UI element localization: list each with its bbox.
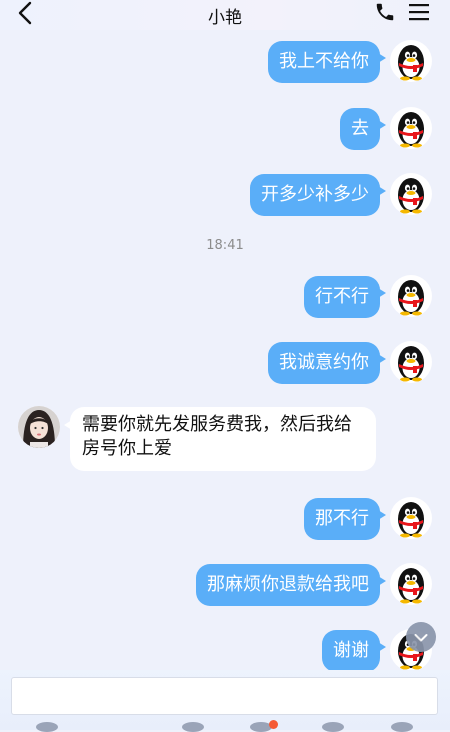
- message-bubble[interactable]: 去: [340, 108, 386, 150]
- message-list[interactable]: 我上不给你 去 开多少补多少 18:41 行不行 我诚意约你 需要你就先发服务费…: [0, 30, 450, 670]
- chevron-left-icon: [17, 1, 33, 29]
- message-bubble[interactable]: 需要你就先发服务费我，然后我给房号你上爱: [64, 407, 376, 471]
- chat-title: 小艳: [208, 7, 242, 28]
- message-bubble[interactable]: 开多少补多少: [250, 174, 386, 216]
- image-icon[interactable]: [182, 722, 204, 732]
- penguin-avatar-icon[interactable]: [390, 275, 432, 317]
- more-icon[interactable]: [391, 722, 413, 732]
- contact-avatar-icon[interactable]: [18, 406, 60, 448]
- chevron-down-icon: [414, 628, 428, 647]
- penguin-avatar-icon[interactable]: [390, 173, 432, 215]
- message-bubble[interactable]: 谢谢: [322, 630, 386, 670]
- menu-button[interactable]: [406, 1, 432, 27]
- penguin-avatar-icon[interactable]: [390, 563, 432, 605]
- composer: [0, 670, 450, 732]
- voice-icon[interactable]: [36, 722, 58, 732]
- message-bubble[interactable]: 我诚意约你: [268, 342, 386, 384]
- notification-dot: [269, 720, 278, 729]
- message-bubble[interactable]: 那麻烦你退款给我吧: [196, 564, 386, 606]
- scroll-to-bottom-button[interactable]: [406, 622, 436, 652]
- emoji-icon[interactable]: [322, 722, 344, 732]
- message-bubble[interactable]: 那不行: [304, 498, 386, 540]
- penguin-avatar-icon[interactable]: [390, 341, 432, 383]
- call-button[interactable]: [372, 1, 398, 27]
- message-input[interactable]: [11, 677, 438, 715]
- penguin-avatar-icon[interactable]: [390, 107, 432, 149]
- message-bubble[interactable]: 我上不给你: [268, 41, 386, 83]
- phone-icon: [374, 1, 396, 27]
- menu-icon: [408, 2, 430, 26]
- chat-header: 小艳: [0, 0, 450, 30]
- penguin-avatar-icon[interactable]: [390, 40, 432, 82]
- message-timestamp: 18:41: [206, 238, 244, 253]
- message-bubble[interactable]: 行不行: [304, 276, 386, 318]
- penguin-avatar-icon[interactable]: [390, 497, 432, 539]
- back-button[interactable]: [12, 1, 38, 29]
